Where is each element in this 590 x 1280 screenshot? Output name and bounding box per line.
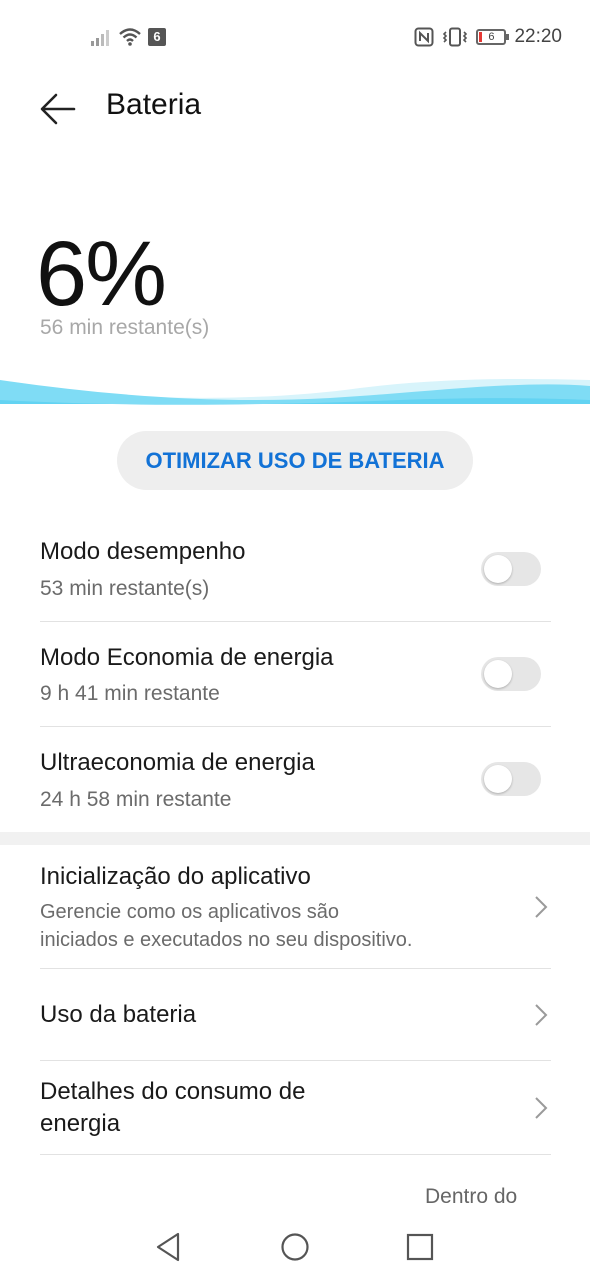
setting-title: Inicialização do aplicativo <box>40 863 311 890</box>
setting-title-line1: Detalhes do consumo de <box>40 1078 306 1105</box>
power-saving-mode-toggle[interactable] <box>481 657 541 691</box>
divider <box>40 621 551 622</box>
status-bar: 6 6 22:20 <box>0 0 590 74</box>
partial-section-text: Dentro do <box>425 1185 518 1208</box>
toggle-knob <box>484 555 512 583</box>
divider <box>40 1060 551 1061</box>
status-bar-right: 6 22:20 <box>414 26 562 48</box>
chevron-right-icon <box>535 1004 548 1026</box>
chevron-right-icon <box>535 1097 548 1119</box>
battery-fill <box>479 32 483 42</box>
mode-subtitle: 9 h 41 min restante <box>40 682 220 705</box>
wifi-icon <box>119 28 141 46</box>
divider <box>40 1154 551 1155</box>
divider <box>40 968 551 969</box>
nav-home-button[interactable] <box>278 1230 312 1264</box>
setting-title-line2: energia <box>40 1110 121 1137</box>
section-separator <box>0 832 590 845</box>
chevron-right-icon <box>535 896 548 918</box>
settings-row-consumption-details[interactable]: Detalhes do consumo de energia <box>0 1074 590 1154</box>
battery-remaining-time: 56 min restante(s) <box>40 316 210 339</box>
app-header: Bateria <box>0 80 590 136</box>
vibrate-icon <box>443 27 468 47</box>
performance-mode-toggle[interactable] <box>481 552 541 586</box>
sim-badge: 6 <box>148 28 166 46</box>
mode-title: Ultraeconomia de energia <box>40 749 315 776</box>
toggle-knob <box>484 765 512 793</box>
battery-percentage: 6% <box>36 223 167 325</box>
battery-status-icon: 6 <box>476 29 510 45</box>
settings-row-app-launch[interactable]: Inicialização do aplicativo Gerencie com… <box>0 855 590 967</box>
battery-status-level: 6 <box>488 31 495 43</box>
mode-subtitle: 53 min restante(s) <box>40 577 210 600</box>
status-clock: 22:20 <box>514 26 562 47</box>
setting-subtitle-line2: iniciados e executados no seu dispositiv… <box>40 929 413 951</box>
ultra-saving-mode-toggle[interactable] <box>481 762 541 796</box>
mode-row-performance[interactable]: Modo desempenho 53 min restante(s) <box>0 530 590 620</box>
back-arrow-icon <box>40 93 76 125</box>
mode-title: Modo desempenho <box>40 538 246 565</box>
nfc-icon <box>414 27 434 47</box>
nav-back-button[interactable] <box>152 1230 186 1264</box>
navigation-bar <box>0 1218 590 1280</box>
mode-row-power-saving[interactable]: Modo Economia de energia 9 h 41 min rest… <box>0 636 590 726</box>
mode-subtitle: 24 h 58 min restante <box>40 788 232 811</box>
setting-subtitle-line1: Gerencie como os aplicativos são <box>40 901 340 923</box>
page-title: Bateria <box>106 88 202 121</box>
status-bar-left: 6 <box>90 26 166 48</box>
back-button[interactable] <box>34 84 82 132</box>
battery-wave-graphic <box>0 378 590 405</box>
toggle-knob <box>484 660 512 688</box>
nav-recents-button[interactable] <box>403 1230 437 1264</box>
battery-settings-screen: 6 6 22:20 Bateria 6% 56 min restante(s) … <box>0 0 590 1280</box>
mode-row-ultra-saving[interactable]: Ultraeconomia de energia 24 h 58 min res… <box>0 741 590 831</box>
optimize-battery-button[interactable]: OTIMIZAR USO DE BATERIA <box>117 431 473 490</box>
setting-title: Uso da bateria <box>40 1001 197 1028</box>
settings-row-battery-usage[interactable]: Uso da bateria <box>0 984 590 1058</box>
signal-icon <box>91 30 109 46</box>
mode-title: Modo Economia de energia <box>40 644 334 671</box>
divider <box>40 726 551 727</box>
